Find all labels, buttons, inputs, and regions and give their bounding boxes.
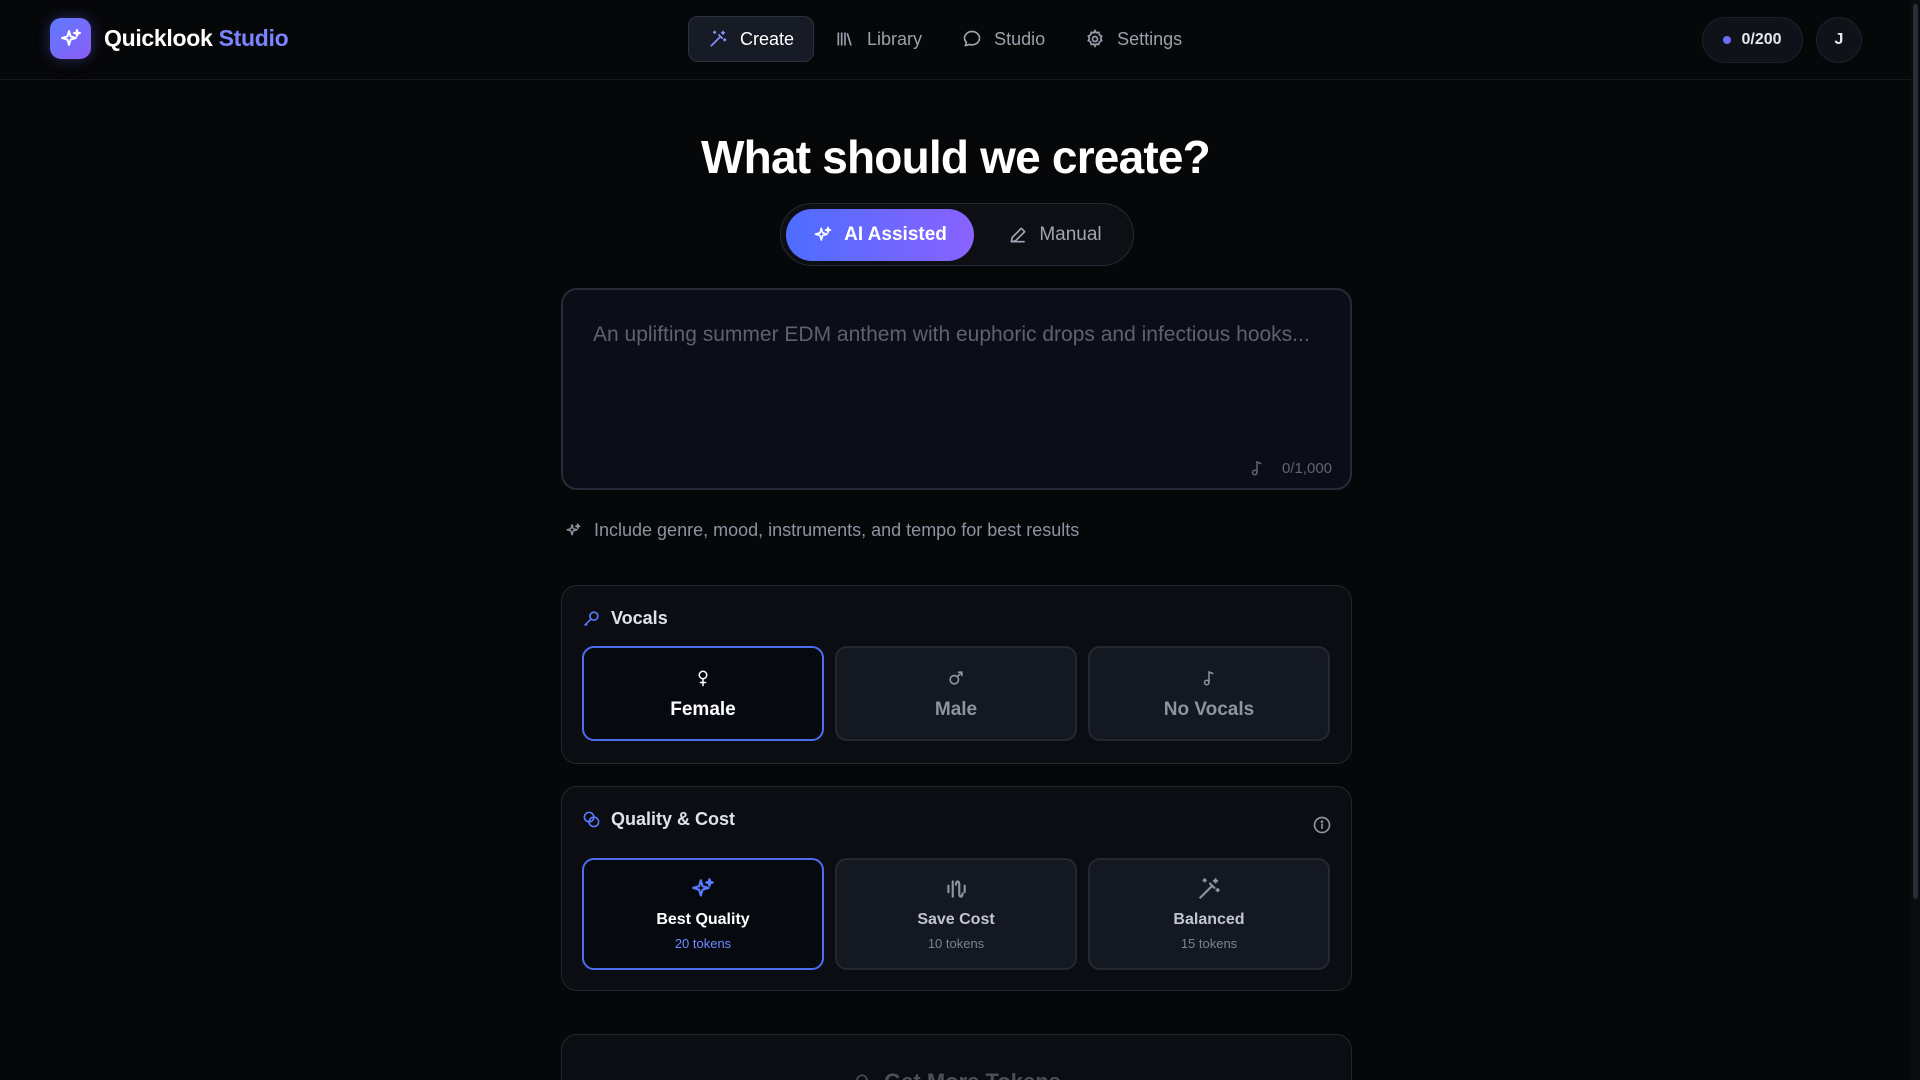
gear-icon bbox=[1085, 29, 1105, 49]
female-icon bbox=[694, 667, 712, 689]
quality-option-balanced[interactable]: Balanced 15 tokens bbox=[1088, 858, 1330, 970]
nav-library-label: Library bbox=[867, 28, 923, 49]
chat-bubble-icon bbox=[962, 29, 982, 49]
vocals-panel: Vocals Female Male No Vocals bbox=[561, 585, 1352, 764]
top-bar: Quicklook Studio Create Library Studio S… bbox=[0, 0, 1920, 80]
vocal-option-no-vocals[interactable]: No Vocals bbox=[1088, 646, 1330, 741]
quality-option-cost: 15 tokens bbox=[1180, 936, 1238, 951]
token-count: 0/200 bbox=[1741, 31, 1782, 48]
coins-icon bbox=[582, 810, 601, 829]
sparkles-icon bbox=[690, 876, 716, 902]
quality-title-label: Quality & Cost bbox=[611, 809, 736, 829]
vocal-option-female[interactable]: Female bbox=[582, 646, 824, 741]
vocal-option-male[interactable]: Male bbox=[835, 646, 1077, 741]
get-more-tokens-panel[interactable]: Get More Tokens bbox=[561, 1034, 1352, 1080]
vocal-option-label: No Vocals bbox=[1163, 699, 1255, 720]
token-dot-icon bbox=[1723, 36, 1732, 44]
vocals-title-label: Vocals bbox=[611, 608, 668, 628]
quality-option-label: Balanced bbox=[1173, 911, 1245, 928]
sparkles-logo-icon bbox=[50, 18, 91, 59]
nav-library[interactable]: Library bbox=[816, 16, 941, 62]
nav-settings[interactable]: Settings bbox=[1066, 16, 1201, 62]
avatar[interactable]: J bbox=[1816, 17, 1862, 63]
prompt-tip: Include genre, mood, instruments, and te… bbox=[565, 520, 1079, 541]
main-nav: Create Library Studio Settings bbox=[688, 16, 1203, 62]
nav-create[interactable]: Create bbox=[688, 16, 815, 62]
prompt-input[interactable] bbox=[593, 317, 1323, 427]
quality-option-label: Save Cost bbox=[917, 911, 995, 928]
get-more-tokens-label: Get More Tokens bbox=[884, 1069, 1061, 1080]
music-note-icon bbox=[1200, 667, 1218, 689]
tag-icon bbox=[852, 1072, 872, 1080]
quality-option-cost: 20 tokens bbox=[674, 936, 732, 951]
pencil-icon bbox=[1008, 225, 1028, 245]
ai-assisted-button[interactable]: AI Assisted bbox=[786, 209, 974, 261]
quality-option-label: Best Quality bbox=[656, 911, 750, 928]
vocal-option-label: Male bbox=[934, 699, 978, 720]
music-note-icon bbox=[1248, 458, 1266, 478]
vocal-option-label: Female bbox=[670, 699, 736, 720]
vocals-title: Vocals bbox=[582, 608, 668, 629]
scrollbar-thumb[interactable] bbox=[1913, 4, 1918, 899]
page-title: What should we create? bbox=[701, 131, 1211, 183]
brand[interactable]: Quicklook Studio bbox=[50, 18, 289, 59]
tip-text: Include genre, mood, instruments, and te… bbox=[594, 520, 1080, 540]
waveform-icon bbox=[943, 876, 969, 902]
prompt-box: 0/1,000 bbox=[561, 288, 1352, 490]
nav-studio-label: Studio bbox=[994, 28, 1046, 49]
magic-wand-icon bbox=[708, 29, 728, 49]
library-icon bbox=[835, 29, 855, 49]
sparkles-icon bbox=[565, 522, 582, 539]
quality-option-best[interactable]: Best Quality 20 tokens bbox=[582, 858, 824, 970]
counter-text: 0/1,000 bbox=[1281, 459, 1332, 477]
ai-assisted-label: AI Assisted bbox=[844, 224, 947, 245]
sparkles-icon bbox=[813, 225, 833, 245]
avatar-initial: J bbox=[1834, 31, 1844, 48]
manual-button[interactable]: Manual bbox=[981, 209, 1129, 261]
quality-title: Quality & Cost bbox=[582, 809, 735, 830]
nav-settings-label: Settings bbox=[1117, 28, 1183, 49]
info-icon[interactable] bbox=[1312, 815, 1332, 835]
nav-create-label: Create bbox=[740, 28, 795, 49]
magic-wand-icon bbox=[1196, 876, 1222, 902]
quality-cost-panel: Quality & Cost Best Quality 20 tokens Sa… bbox=[561, 786, 1352, 991]
male-icon bbox=[946, 667, 966, 689]
quality-option-cost: 10 tokens bbox=[927, 936, 985, 951]
manual-label: Manual bbox=[1039, 224, 1102, 245]
mode-toggle: AI Assisted Manual bbox=[780, 203, 1134, 266]
brand-name: Quicklook Studio bbox=[104, 25, 289, 51]
nav-studio[interactable]: Studio bbox=[943, 16, 1064, 62]
character-counter: 0/1,000 bbox=[1248, 458, 1332, 478]
quality-option-save-cost[interactable]: Save Cost 10 tokens bbox=[835, 858, 1077, 970]
get-more-tokens-title: Get More Tokens bbox=[562, 1069, 1351, 1080]
token-balance[interactable]: 0/200 bbox=[1702, 17, 1803, 63]
microphone-icon bbox=[582, 609, 601, 628]
